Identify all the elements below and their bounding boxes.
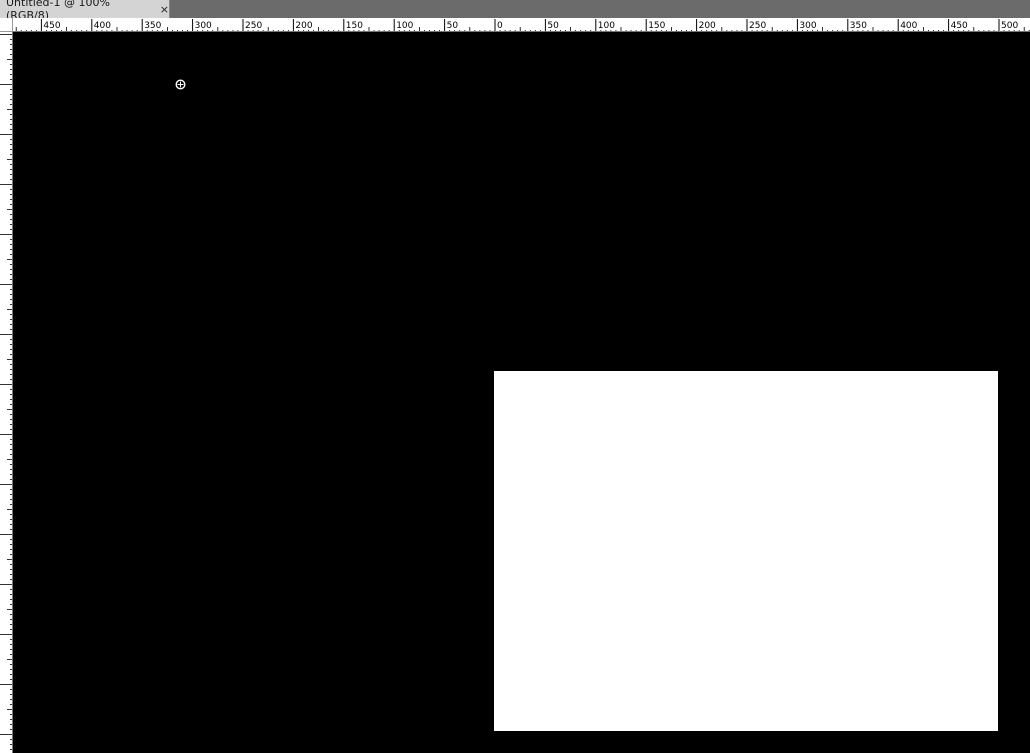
ruler-tick-label: 200 — [699, 21, 716, 31]
crosshair-circle-icon — [175, 79, 186, 90]
horizontal-ruler-scale: 450 400 350 300 250 200 150 100 50 0 50 100 150 200 25… — [15, 19, 1030, 31]
horizontal-ruler[interactable]: 450 400 350 300 250 200 150 100 50 0 50 100 150 200 25… — [13, 18, 1030, 32]
ruler-tick-label: 150 — [648, 21, 665, 31]
ruler-tick-label: 400 — [94, 21, 111, 31]
ruler-tick-label: 150 — [346, 21, 363, 31]
close-icon[interactable]: × — [160, 3, 169, 16]
ruler-tick-label: 100 — [598, 21, 615, 31]
document-tab[interactable]: Untitled-1 @ 100% (RGB/8) × — [0, 0, 170, 22]
white-rectangle-layer[interactable] — [494, 371, 998, 731]
ruler-tick-label: 300 — [195, 21, 212, 31]
ruler-tick-label: 250 — [749, 21, 766, 31]
ruler-tick-label: 450 — [43, 21, 60, 31]
ruler-tick-label: 350 — [850, 21, 867, 31]
ruler-tick-label: 50 — [547, 21, 559, 31]
ruler-tick-label: 500 — [1001, 21, 1018, 31]
ruler-tick-label: 250 — [245, 21, 262, 31]
vertical-ruler-scale — [0, 34, 12, 750]
ruler-tick-label: 450 — [951, 21, 968, 31]
ruler-tick-label: 200 — [295, 21, 312, 31]
ruler-tick-label: 300 — [799, 21, 816, 31]
ruler-origin-corner[interactable] — [0, 18, 13, 32]
ruler-tick-label: 0 — [497, 21, 503, 31]
document-tab-bar: Untitled-1 @ 100% (RGB/8) × — [0, 0, 1030, 22]
ruler-tick-label: 400 — [900, 21, 917, 31]
document-canvas[interactable] — [13, 32, 1030, 753]
vertical-ruler[interactable] — [0, 32, 13, 753]
ruler-tick-label: 100 — [396, 21, 413, 31]
ruler-tick-label: 50 — [447, 21, 459, 31]
ruler-tick-label: 350 — [144, 21, 161, 31]
